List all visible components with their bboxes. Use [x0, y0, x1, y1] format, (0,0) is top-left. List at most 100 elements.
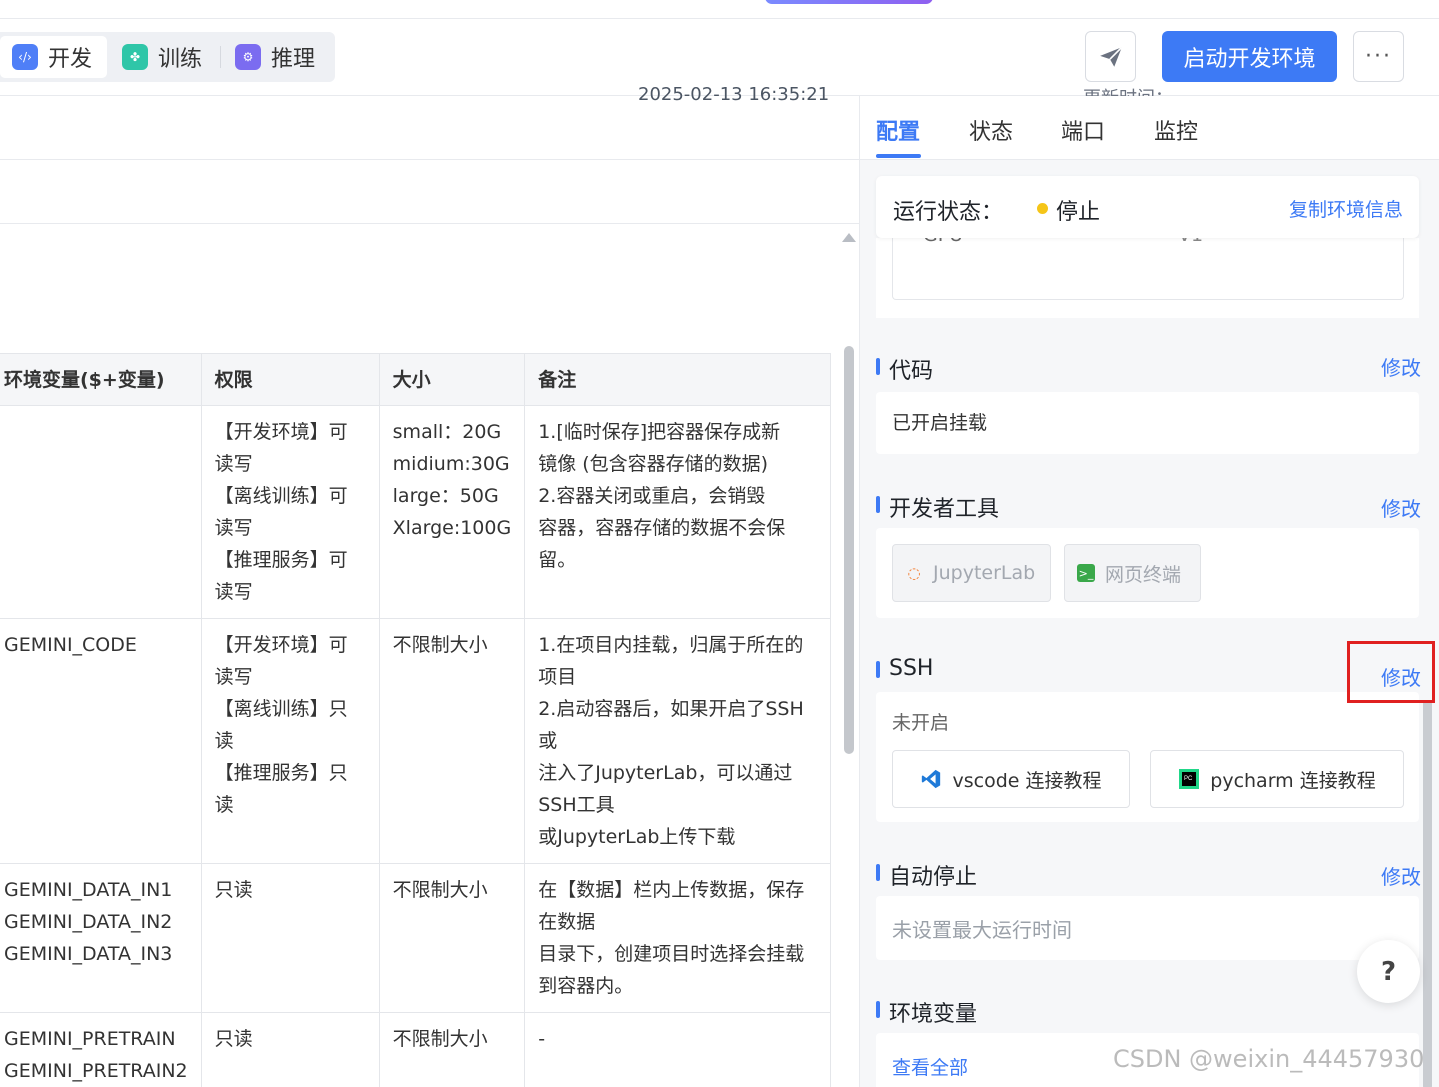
pycharm-icon: PC: [1178, 768, 1200, 790]
table-cell-size: 不限制大小: [378, 618, 526, 864]
cell-text: 容器，容器存储的数据不会保: [538, 517, 786, 539]
update-time-value: 2025-02-13 16:35:21: [638, 84, 830, 105]
devtools-edit-link[interactable]: 修改: [1381, 493, 1421, 522]
status-dot-icon: [1037, 203, 1048, 214]
cell-text: GEMINI_DATA_IN3: [4, 943, 173, 965]
table-cell-note: 1.在项目内挂载，归属于所在的 项目 2.启动容器后，如果开启了SSH 或注入了Jup…: [524, 618, 832, 864]
column-header: 权限: [200, 353, 380, 406]
run-status-label: 运行状态：: [893, 200, 1004, 225]
web-terminal-button[interactable]: >_ 网页终端: [1064, 544, 1201, 602]
ssh-status: 未开启: [892, 712, 950, 734]
run-status-value: 停止: [1056, 200, 1101, 225]
autostop-card: 未设置最大运行时间: [876, 896, 1419, 960]
code-icon: ‹/›: [12, 44, 38, 70]
table-cell-perm: 【开发环境】可 读写 【离线训练】只读【推理服务】只读: [200, 618, 380, 864]
more-button[interactable]: ···: [1353, 31, 1404, 82]
copy-env-info-link[interactable]: 复制环境信息: [1289, 195, 1403, 222]
train-icon: ✤: [122, 44, 148, 70]
cell-text: SSH工具: [538, 794, 615, 816]
cell-text: 读写: [214, 666, 253, 688]
cell-text: 或: [538, 730, 558, 752]
table-cell-note: 1.[临时保存]把容器保存成新 镜像 (包含容器存储的数据) 2.容器关闭或重启，会…: [524, 405, 832, 619]
cell-text: GEMINI_DATA_IN1: [4, 879, 173, 901]
table-cell-note: -: [524, 1012, 832, 1087]
table-cell-perm: 只读: [200, 1012, 380, 1087]
cell-text: 只读: [214, 879, 253, 901]
autostop-text: 未设置最大运行时间: [892, 918, 1072, 942]
cell-text: 读写: [214, 581, 253, 603]
right-scroll-thumb[interactable]: [1423, 700, 1432, 1087]
highlight-box: [1347, 641, 1435, 703]
table-cell-var: GEMINI_DATA_IN1 GEMINI_DATA_IN2 GEMINI_DAT…: [0, 863, 202, 1013]
table-cell-note: 在【数据】栏内上传数据，保存 在数据 目录下，创建项目时选择会挂载 到容器内。: [524, 863, 832, 1013]
cell-text: 【推理服务】只: [214, 762, 348, 784]
table-cell-size: 不限制大小: [378, 863, 526, 1013]
left-scroll-thumb[interactable]: [844, 346, 854, 754]
tab-ports[interactable]: 端口: [1061, 114, 1105, 146]
autostop-section-title: 自动停止: [876, 859, 977, 891]
env-var-table: 环境变量($+变量) 权限 大小 备注 【开发环境】可 读写 【离线训练】可 读写 【推…: [0, 353, 832, 1087]
column-header: 大小: [378, 353, 526, 406]
top-gradient-pill[interactable]: [765, 0, 933, 4]
left-toolbar: [0, 96, 859, 160]
cell-text: 【开发环境】可: [214, 634, 348, 656]
vscode-tutorial-button[interactable]: vscode 连接教程: [892, 750, 1130, 808]
cell-text: 2.容器关闭或重启，会销毁: [538, 485, 766, 507]
jupyterlab-button[interactable]: ◌ JupyterLab: [892, 544, 1051, 602]
jupyter-icon: ◌: [907, 564, 921, 582]
resource-row: GPU V1: [892, 224, 1404, 300]
column-header: 环境变量($+变量): [0, 353, 202, 406]
cell-text: 不限制大小: [392, 1028, 488, 1050]
cell-text: GEMINI_DATA_IN2: [4, 911, 173, 933]
tab-config[interactable]: 配置: [876, 114, 920, 146]
cell-text: small：20G: [392, 421, 502, 443]
table-cell-size: 不限制大小: [378, 1012, 526, 1087]
mode-tab-train[interactable]: ✤ 训练: [122, 36, 217, 78]
cell-text: 不限制大小: [392, 634, 488, 656]
table-row: GEMINI_CODE 【开发环境】可 读写 【离线训练】只读【推理服务】只读不限制大…: [0, 618, 832, 864]
tab-monitor[interactable]: 监控: [1154, 114, 1198, 146]
cell-text: 项目: [538, 666, 577, 688]
cell-text: GEMINI_CODE: [4, 634, 137, 656]
cell-text: 注入了JupyterLab，可以通过: [538, 762, 793, 784]
start-dev-env-button[interactable]: 启动开发环境: [1162, 31, 1337, 82]
cell-text: 在数据: [538, 911, 596, 933]
cell-text: 【离线训练】只: [214, 698, 348, 720]
right-panel: 配置 状态 端口 监控 运行状态： 停止 复制环境信息 GPU V1 代码 修改…: [860, 96, 1439, 1087]
view-all-link[interactable]: 查看全部: [892, 1053, 968, 1080]
cell-text: 目录下，创建项目时选择会挂载: [538, 943, 805, 965]
top-strip: [0, 0, 1439, 19]
cell-text: [4, 416, 188, 448]
cell-text: 1.在项目内挂载，归属于所在的: [538, 634, 804, 656]
table-cell-perm: 只读: [200, 863, 380, 1013]
paper-plane-icon: [1099, 46, 1122, 67]
scroll-up-arrow-icon[interactable]: [842, 233, 856, 242]
mode-tabs: ‹/› 开发 ✤ 训练 ⚙ 推理: [0, 32, 335, 82]
left-panel: 环境变量($+变量) 权限 大小 备注 【开发环境】可 读写 【离线训练】可 读写 【推…: [0, 96, 860, 1087]
mode-tab-label: 推理: [271, 47, 316, 72]
cell-text: 不限制大小: [392, 879, 488, 901]
tab-status[interactable]: 状态: [969, 114, 1013, 146]
help-button[interactable]: ?: [1357, 940, 1420, 1003]
tool-label: 网页终端: [1105, 563, 1182, 586]
run-status-card: 运行状态： 停止 复制环境信息: [876, 176, 1419, 238]
cell-text: Xlarge:100G: [392, 517, 512, 539]
code-edit-link[interactable]: 修改: [1381, 352, 1421, 381]
active-tab-indicator: [876, 154, 921, 158]
cell-text: 读写: [214, 453, 253, 475]
cell-text: -: [538, 1028, 546, 1050]
cell-text: midium:30G: [392, 453, 510, 475]
svg-text:PC: PC: [1184, 776, 1193, 782]
pycharm-tutorial-button[interactable]: PC pycharm 连接教程: [1150, 750, 1404, 808]
mode-tab-dev[interactable]: ‹/› 开发: [0, 36, 107, 78]
table-cell-var: GEMINI_CODE: [0, 618, 202, 864]
table-row: GEMINI_DATA_IN1 GEMINI_DATA_IN2 GEMINI_DAT…: [0, 863, 832, 1013]
autostop-edit-link[interactable]: 修改: [1381, 861, 1421, 890]
send-button[interactable]: [1085, 31, 1136, 82]
cell-text: 【推理服务】可: [214, 549, 348, 571]
mode-tab-inference[interactable]: ⚙ 推理: [235, 36, 330, 78]
vscode-icon: [920, 768, 942, 790]
terminal-icon: >_: [1077, 564, 1095, 582]
table-cell-var: [0, 405, 202, 619]
cell-text: 2.启动容器后，如果开启了SSH: [538, 698, 804, 720]
